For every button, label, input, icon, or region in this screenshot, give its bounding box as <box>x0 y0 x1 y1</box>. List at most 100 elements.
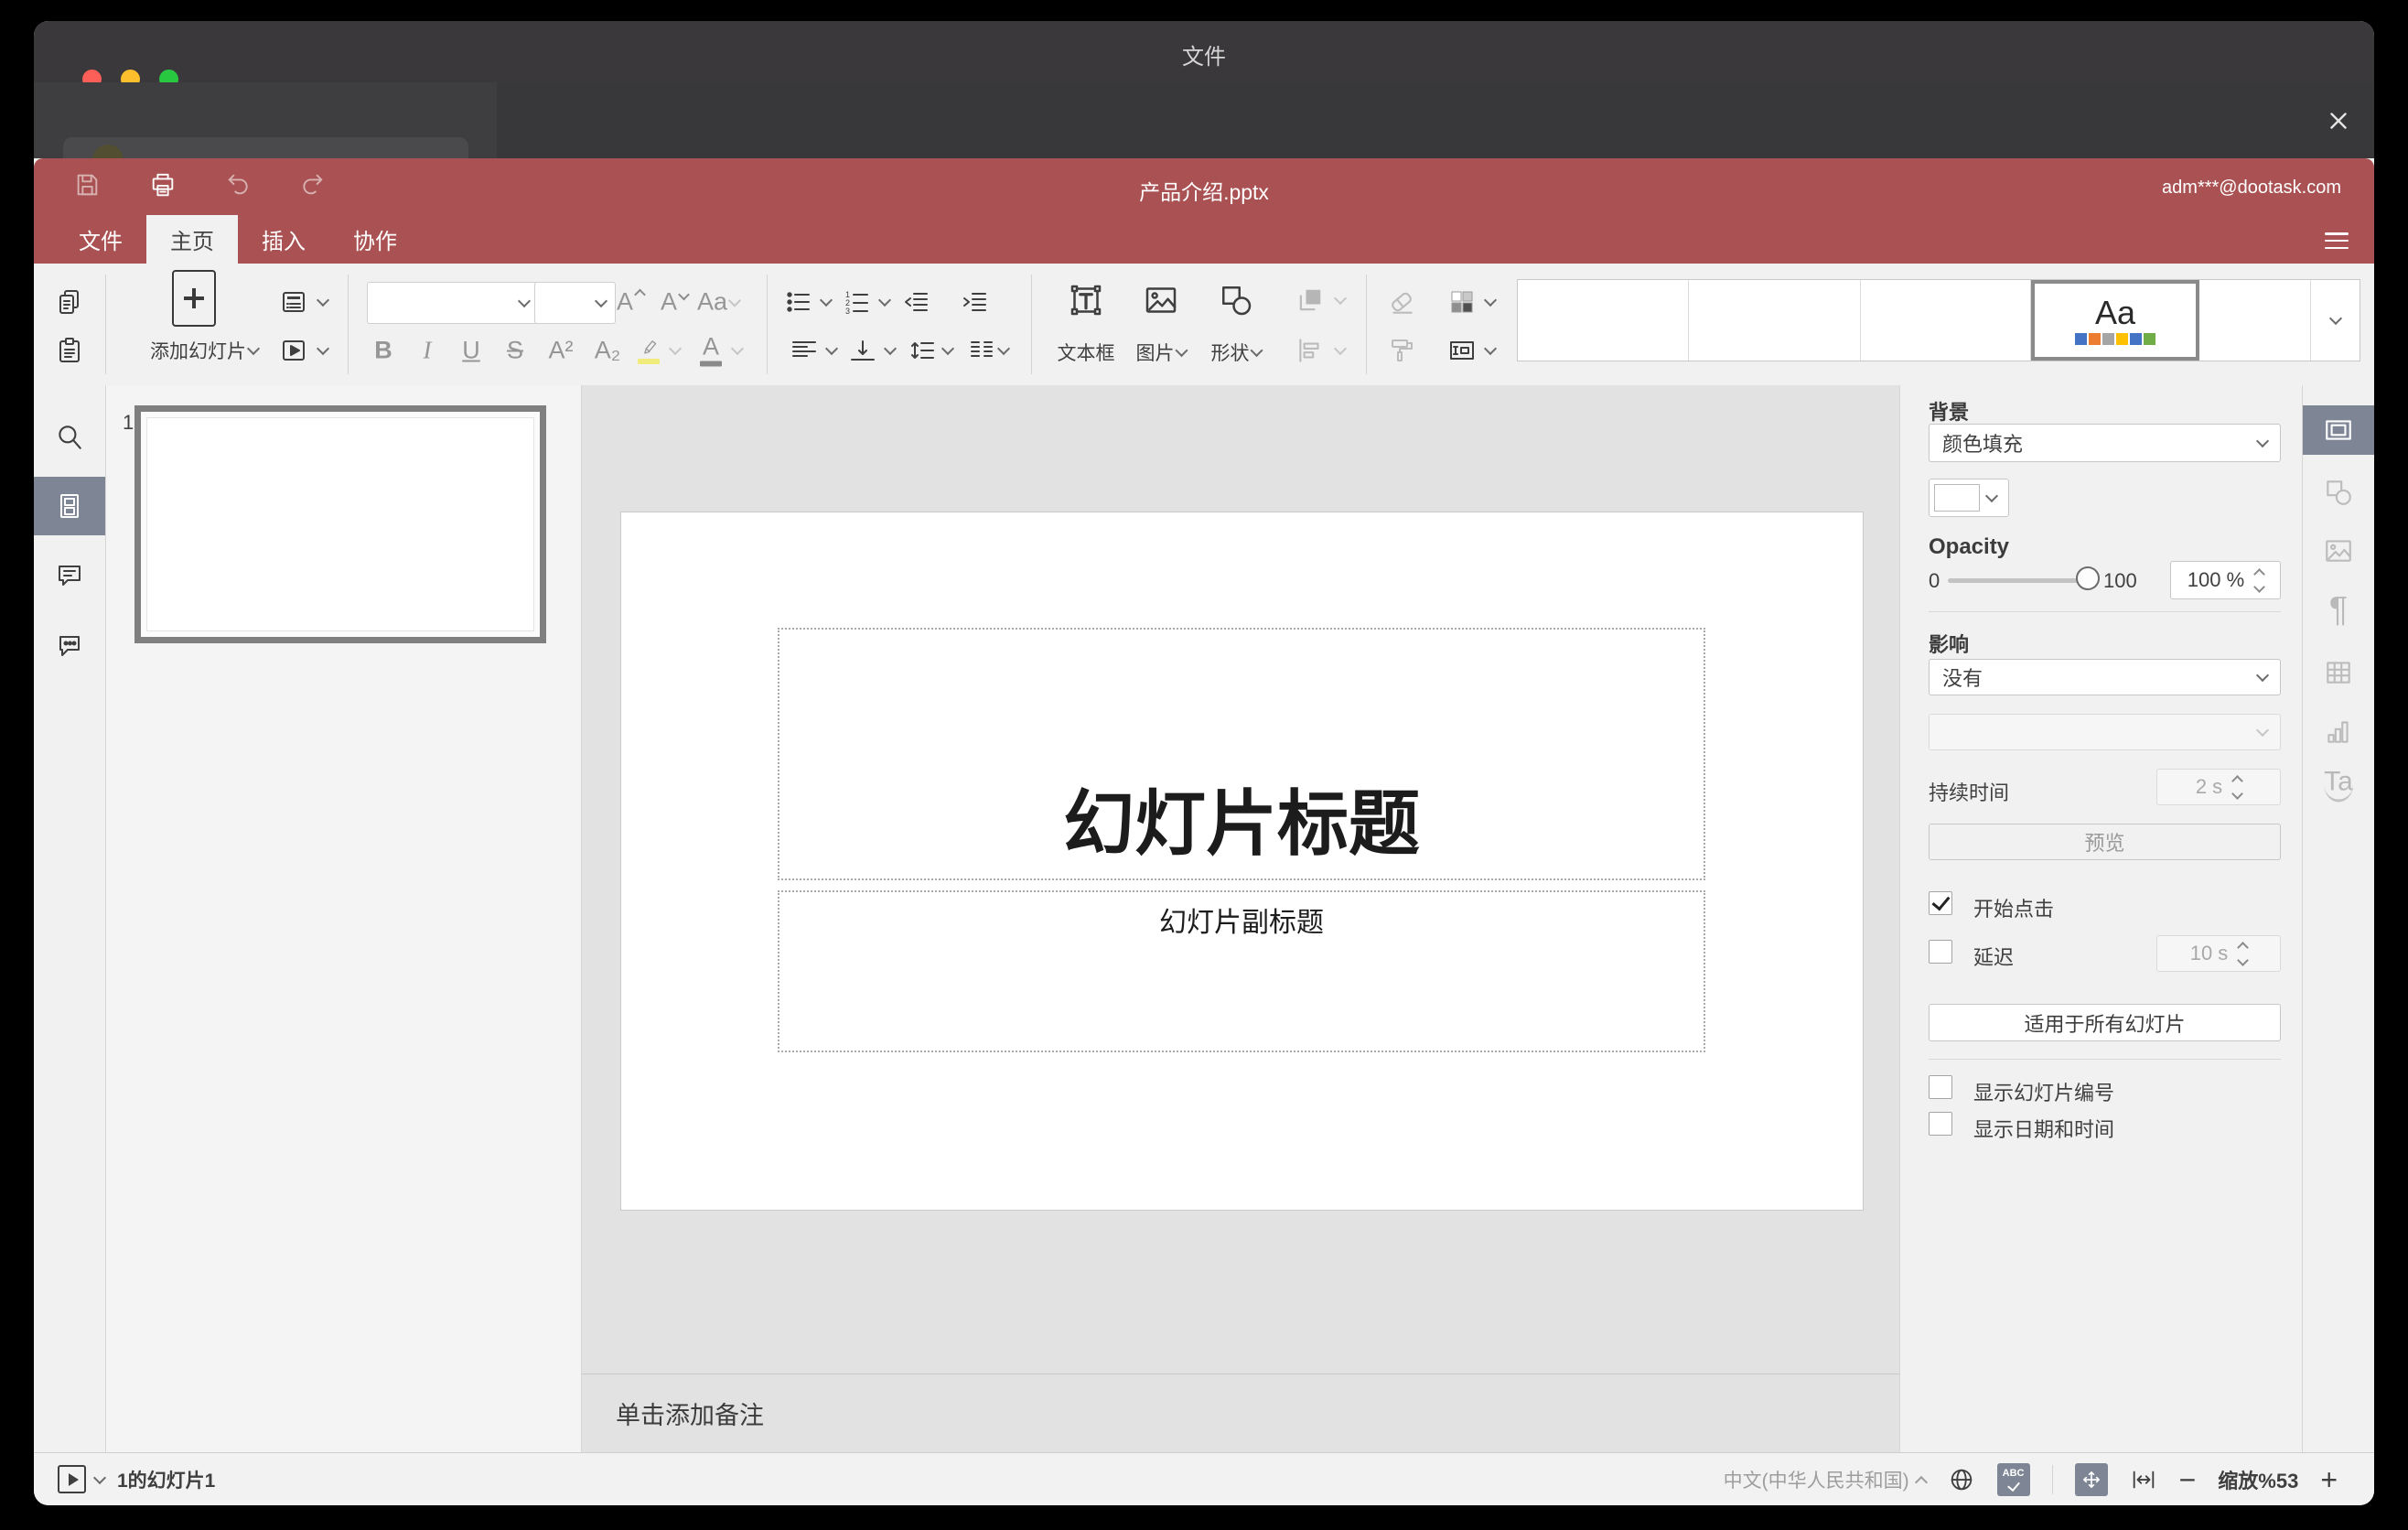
bullets-button[interactable] <box>784 287 813 317</box>
font-name-combo[interactable] <box>367 282 539 324</box>
fit-width-icon[interactable] <box>2130 1466 2157 1493</box>
zoom-out-button[interactable]: − <box>2179 1465 2197 1494</box>
theme-selected[interactable]: Aa <box>2031 280 2199 361</box>
subtitle-placeholder[interactable]: 幻灯片副标题 <box>778 890 1705 1052</box>
strikethrough-button[interactable]: S <box>507 337 523 365</box>
bold-button[interactable]: B <box>374 337 392 365</box>
color-scheme-dropdown[interactable] <box>1483 293 1498 307</box>
spellcheck-toggle[interactable]: ABC <box>1996 1462 2030 1496</box>
tab-home[interactable]: 主页 <box>146 215 238 264</box>
highlight-color-button[interactable] <box>638 337 660 364</box>
background-fill-select[interactable]: 颜色填充 <box>1929 424 2281 462</box>
spinner-arrows-icon[interactable] <box>2253 567 2266 593</box>
columns-button[interactable] <box>967 336 996 365</box>
vertical-align-dropdown[interactable] <box>883 341 898 356</box>
increase-indent-button[interactable] <box>961 287 990 317</box>
insert-image-button[interactable] <box>1143 282 1179 318</box>
show-date-time-checkbox[interactable] <box>1929 1112 1952 1136</box>
decrease-indent-button[interactable] <box>902 287 931 317</box>
color-scheme-button[interactable] <box>1447 287 1477 317</box>
add-slide-label-button[interactable]: 添加幻灯片 <box>150 337 261 364</box>
menu-icon[interactable] <box>2325 232 2349 249</box>
start-slideshow-button[interactable] <box>279 336 308 365</box>
font-color-dropdown[interactable] <box>730 341 745 356</box>
horizontal-align-dropdown[interactable] <box>824 341 839 356</box>
slide-size-dropdown[interactable] <box>1483 341 1498 356</box>
clear-style-button[interactable] <box>1386 286 1417 318</box>
close-icon[interactable] <box>2325 107 2352 135</box>
image-settings-icon[interactable] <box>2323 535 2354 566</box>
slide-settings-icon[interactable] <box>2323 415 2354 446</box>
opacity-slider-handle[interactable] <box>2076 566 2100 590</box>
apply-to-all-button[interactable]: 适用于所有幻灯片 <box>1929 1004 2281 1041</box>
textart-settings-icon[interactable]: Ta <box>2324 767 2353 803</box>
insert-shape-button[interactable] <box>1218 282 1254 318</box>
opacity-slider-track[interactable] <box>1948 578 2079 583</box>
decrease-font-button[interactable]: A <box>661 288 690 317</box>
slide-thumbnail[interactable] <box>134 405 546 643</box>
notes-area[interactable]: 单击添加备注 <box>582 1374 1899 1452</box>
effect-type-select[interactable] <box>1929 714 2281 750</box>
columns-dropdown[interactable] <box>996 341 1011 356</box>
underline-button[interactable]: U <box>462 337 480 365</box>
chart-settings-icon[interactable] <box>2323 717 2354 748</box>
superscript-button[interactable]: A² <box>549 337 574 365</box>
duration-input[interactable]: 2 s <box>2156 769 2281 805</box>
add-slide-button[interactable] <box>172 270 216 327</box>
chat-icon[interactable] <box>55 631 84 661</box>
effect-select[interactable]: 没有 <box>1929 659 2281 695</box>
slides-icon[interactable] <box>55 491 84 521</box>
font-size-combo[interactable] <box>534 282 616 324</box>
shape-label[interactable]: 形状 <box>1211 339 1263 366</box>
copy-button[interactable] <box>55 287 84 317</box>
theme-gallery-expand[interactable] <box>2311 280 2360 361</box>
horizontal-align-button[interactable] <box>790 336 819 365</box>
italic-button[interactable]: I <box>424 337 432 365</box>
shape-settings-icon[interactable] <box>2323 477 2354 508</box>
increase-font-button[interactable]: A <box>617 288 646 317</box>
copy-style-button[interactable] <box>1387 336 1416 365</box>
title-placeholder[interactable]: 幻灯片标题 <box>778 628 1705 880</box>
theme-blank-1[interactable] <box>1518 280 1689 361</box>
vertical-align-button[interactable] <box>848 336 877 365</box>
bullets-dropdown[interactable] <box>819 293 833 307</box>
opacity-input[interactable]: 100 % <box>2170 561 2281 599</box>
slide-canvas[interactable]: 幻灯片标题 幻灯片副标题 <box>621 512 1863 1210</box>
insert-textbox-button[interactable] <box>1068 282 1104 318</box>
font-color-button[interactable]: A <box>700 334 722 367</box>
background-color-picker[interactable] <box>1929 479 2009 517</box>
tab-insert[interactable]: 插入 <box>238 215 329 264</box>
theme-blank-4[interactable] <box>2199 280 2311 361</box>
paragraph-settings-icon[interactable]: ¶ <box>2329 591 2348 630</box>
start-slideshow-status-button[interactable] <box>58 1465 86 1493</box>
numbering-dropdown[interactable] <box>877 293 892 307</box>
preview-button[interactable]: 预览 <box>1929 824 2281 860</box>
highlight-dropdown[interactable] <box>668 341 683 356</box>
table-settings-icon[interactable] <box>2323 657 2354 688</box>
slideshow-mode-dropdown[interactable] <box>92 1471 107 1484</box>
image-label[interactable]: 图片 <box>1136 339 1188 366</box>
arrange-dropdown[interactable] <box>1333 291 1348 306</box>
language-selector[interactable]: 中文(中华人民共和国) <box>1724 1466 1928 1493</box>
theme-blank-2[interactable] <box>1689 280 1861 361</box>
delay-input[interactable]: 10 s <box>2156 935 2281 972</box>
delay-checkbox[interactable] <box>1929 940 1952 964</box>
comments-icon[interactable] <box>55 561 84 590</box>
account-label[interactable]: adm***@dootask.com <box>2162 178 2341 199</box>
arrange-button[interactable] <box>1294 284 1327 317</box>
theme-blank-3[interactable] <box>1861 280 2031 361</box>
slideshow-dropdown[interactable] <box>316 341 330 356</box>
tab-collaboration[interactable]: 协作 <box>329 215 421 264</box>
zoom-in-button[interactable]: + <box>2320 1465 2338 1494</box>
align-objects-button[interactable] <box>1295 335 1326 366</box>
slide-layout-button[interactable] <box>279 287 308 317</box>
tab-file[interactable]: 文件 <box>55 215 146 264</box>
start-on-click-checkbox[interactable] <box>1929 891 1952 915</box>
numbering-button[interactable]: 123 <box>843 287 872 317</box>
fit-slide-toggle[interactable] <box>2074 1462 2108 1496</box>
show-slide-number-checkbox[interactable] <box>1929 1075 1952 1099</box>
align-objects-dropdown[interactable] <box>1333 341 1348 356</box>
subscript-button[interactable]: A₂ <box>595 337 621 365</box>
line-spacing-dropdown[interactable] <box>941 341 955 356</box>
line-spacing-button[interactable] <box>908 336 938 365</box>
